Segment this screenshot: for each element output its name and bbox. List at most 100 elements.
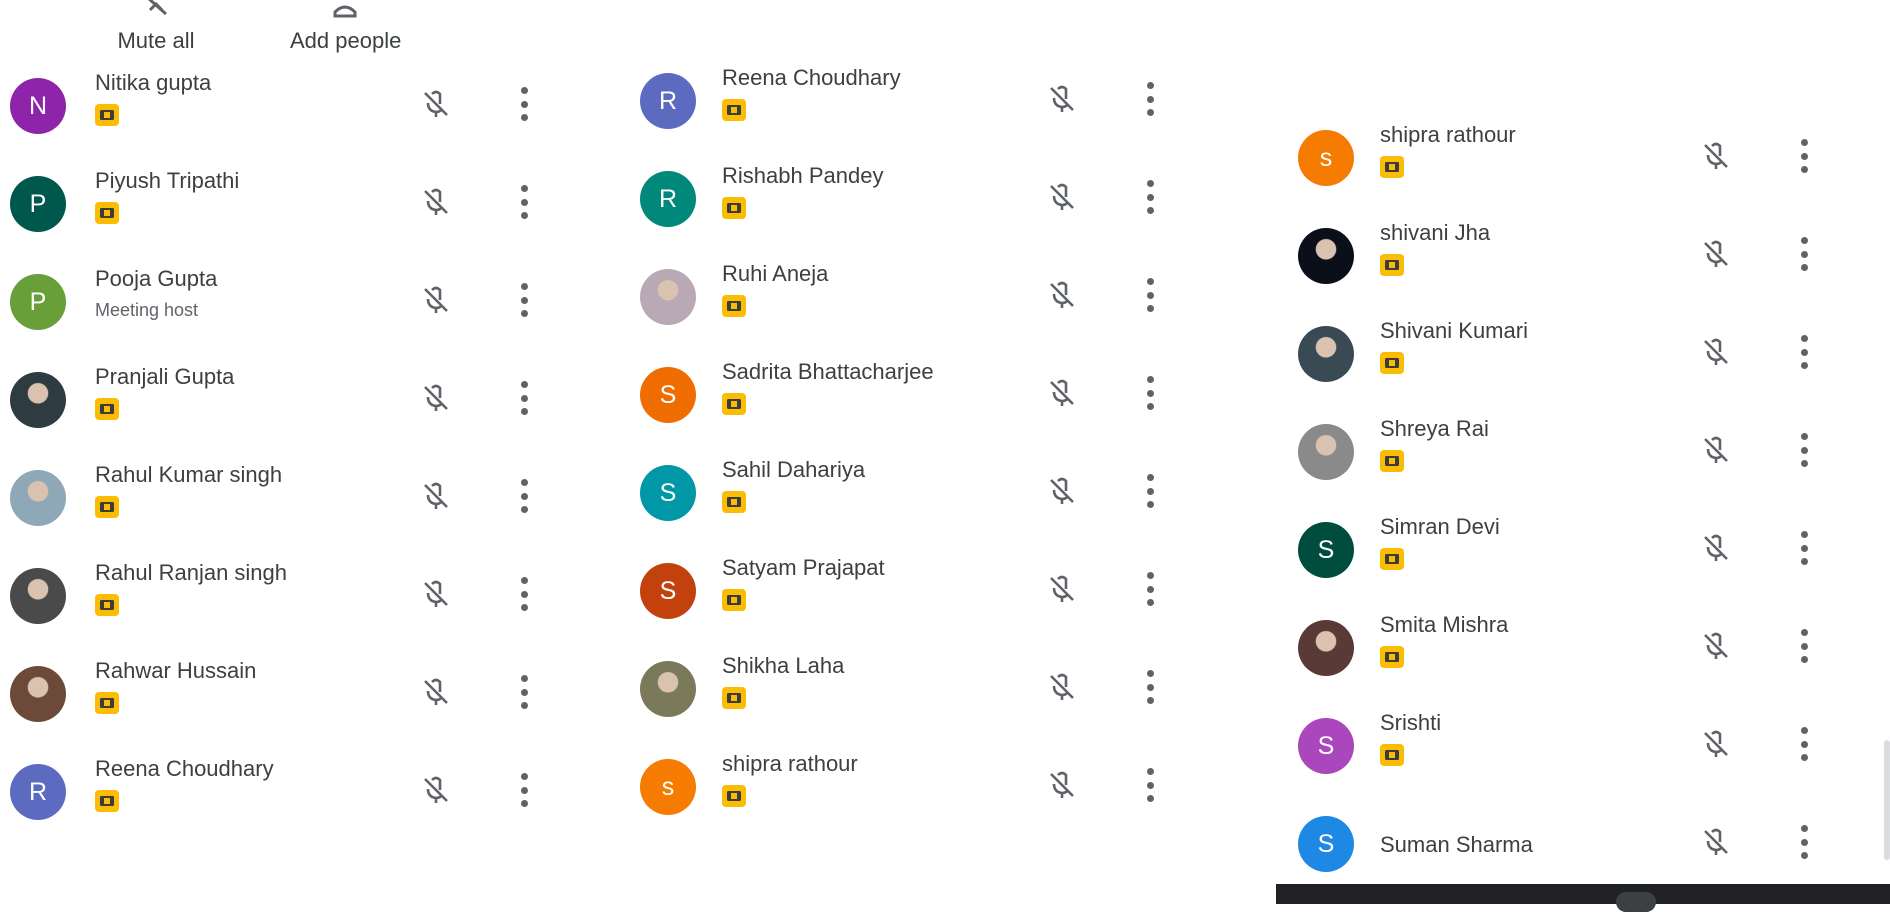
avatar (10, 666, 66, 722)
participant-row[interactable]: Pranjali Gupta (0, 364, 600, 462)
more-vert-icon[interactable] (1144, 572, 1156, 606)
mic-off-icon[interactable] (418, 772, 454, 808)
mic-off-icon[interactable] (418, 478, 454, 514)
participant-row[interactable]: P Pooja Gupta Meeting host (0, 266, 600, 364)
avatar (640, 661, 696, 717)
participant-row[interactable]: Shreya Rai (1276, 416, 1876, 514)
more-vert-icon[interactable] (1144, 180, 1156, 214)
mic-off-icon[interactable] (1044, 669, 1080, 705)
participant-name: Satyam Prajapat (722, 555, 885, 580)
more-vert-icon[interactable] (1144, 376, 1156, 410)
participant-name: Pranjali Gupta (95, 364, 235, 389)
mic-off-icon[interactable] (1698, 334, 1734, 370)
mic-off-icon[interactable] (418, 576, 454, 612)
meeting-present-icon (1380, 744, 1404, 766)
avatar: S (640, 465, 696, 521)
more-vert-icon[interactable] (1798, 531, 1810, 565)
participant-name: Piyush Tripathi (95, 168, 240, 193)
more-vert-icon[interactable] (1798, 727, 1810, 761)
participant-row[interactable]: R Rishabh Pandey (620, 163, 1220, 261)
participant-name: Rishabh Pandey (722, 163, 884, 188)
participant-row[interactable]: shivani Jha (1276, 220, 1876, 318)
more-vert-icon[interactable] (1144, 670, 1156, 704)
meeting-present-icon (1380, 548, 1404, 570)
participant-row[interactable]: s shipra rathour (1276, 122, 1876, 220)
avatar (1298, 228, 1354, 284)
participant-row[interactable]: Ruhi Aneja (620, 261, 1220, 359)
participant-row[interactable]: R Reena Choudhary (620, 65, 1220, 163)
mic-off-icon[interactable] (1044, 179, 1080, 215)
meeting-present-icon (722, 687, 746, 709)
participant-row[interactable]: S Sadrita Bhattacharjee (620, 359, 1220, 457)
mic-off-icon[interactable] (1698, 628, 1734, 664)
more-vert-icon[interactable] (1144, 768, 1156, 802)
participant-name: shivani Jha (1380, 220, 1491, 245)
mic-off-icon[interactable] (418, 282, 454, 318)
add-people-button[interactable]: Add people (290, 0, 401, 54)
participant-row[interactable]: S Satyam Prajapat (620, 555, 1220, 653)
participant-row[interactable]: N Nitika gupta (0, 70, 600, 168)
mic-off-icon[interactable] (1044, 81, 1080, 117)
mic-off-icon[interactable] (1044, 277, 1080, 313)
meeting-present-icon (722, 785, 746, 807)
more-vert-icon[interactable] (518, 479, 530, 513)
participants-panel-right: s shipra rathour shivani Jha Shivani Kumari… (1276, 0, 1890, 904)
avatar: N (10, 78, 66, 134)
more-vert-icon[interactable] (1144, 474, 1156, 508)
participant-row[interactable]: P Piyush Tripathi (0, 168, 600, 266)
more-vert-icon[interactable] (1798, 433, 1810, 467)
mic-off-icon[interactable] (1698, 530, 1734, 566)
participant-name: Simran Devi (1380, 514, 1500, 539)
participant-row[interactable]: R Reena Choudhary (0, 756, 600, 854)
participant-row[interactable]: Shikha Laha (620, 653, 1220, 751)
participant-name: Shreya Rai (1380, 416, 1489, 441)
more-vert-icon[interactable] (1144, 278, 1156, 312)
participant-name: Shivani Kumari (1380, 318, 1528, 343)
more-vert-icon[interactable] (1798, 629, 1810, 663)
avatar: S (1298, 522, 1354, 578)
participant-row[interactable]: S Sahil Dahariya (620, 457, 1220, 555)
more-vert-icon[interactable] (1798, 335, 1810, 369)
participant-row[interactable]: Rahul Ranjan singh (0, 560, 600, 658)
more-vert-icon[interactable] (518, 283, 530, 317)
mic-off-icon[interactable] (1044, 375, 1080, 411)
mic-off-icon[interactable] (418, 86, 454, 122)
mic-off-icon[interactable] (418, 674, 454, 710)
scrollbar[interactable] (1884, 740, 1890, 860)
mic-off-icon[interactable] (1698, 138, 1734, 174)
mic-off-icon[interactable] (418, 380, 454, 416)
mic-off-icon[interactable] (1044, 767, 1080, 803)
more-vert-icon[interactable] (518, 773, 530, 807)
participant-row[interactable]: Rahwar Hussain (0, 658, 600, 756)
more-vert-icon[interactable] (1144, 82, 1156, 116)
more-vert-icon[interactable] (518, 577, 530, 611)
participant-row[interactable]: S Srishti (1276, 710, 1876, 808)
mic-off-icon[interactable] (418, 184, 454, 220)
more-vert-icon[interactable] (518, 381, 530, 415)
mic-off-icon[interactable] (1698, 824, 1734, 860)
mic-off-icon[interactable] (1044, 571, 1080, 607)
meeting-present-icon (95, 594, 119, 616)
more-vert-icon[interactable] (518, 185, 530, 219)
participant-name: Reena Choudhary (95, 756, 274, 781)
more-vert-icon[interactable] (1798, 237, 1810, 271)
participant-row[interactable]: S Simran Devi (1276, 514, 1876, 612)
control-pill[interactable] (1616, 892, 1656, 912)
participant-row[interactable]: Shivani Kumari (1276, 318, 1876, 416)
participant-row[interactable]: s shipra rathour (620, 751, 1220, 849)
mute-all-button[interactable]: Mute all (86, 0, 226, 54)
mic-off-icon[interactable] (1044, 473, 1080, 509)
avatar: s (1298, 130, 1354, 186)
avatar: S (1298, 718, 1354, 774)
participant-name: Rahwar Hussain (95, 658, 257, 683)
participant-row[interactable]: Smita Mishra (1276, 612, 1876, 710)
mic-off-icon[interactable] (1698, 432, 1734, 468)
more-vert-icon[interactable] (1798, 825, 1810, 859)
mic-off-icon[interactable] (1698, 236, 1734, 272)
avatar (1298, 326, 1354, 382)
mic-off-icon[interactable] (1698, 726, 1734, 762)
more-vert-icon[interactable] (1798, 139, 1810, 173)
participant-row[interactable]: Rahul Kumar singh (0, 462, 600, 560)
more-vert-icon[interactable] (518, 675, 530, 709)
more-vert-icon[interactable] (518, 87, 530, 121)
